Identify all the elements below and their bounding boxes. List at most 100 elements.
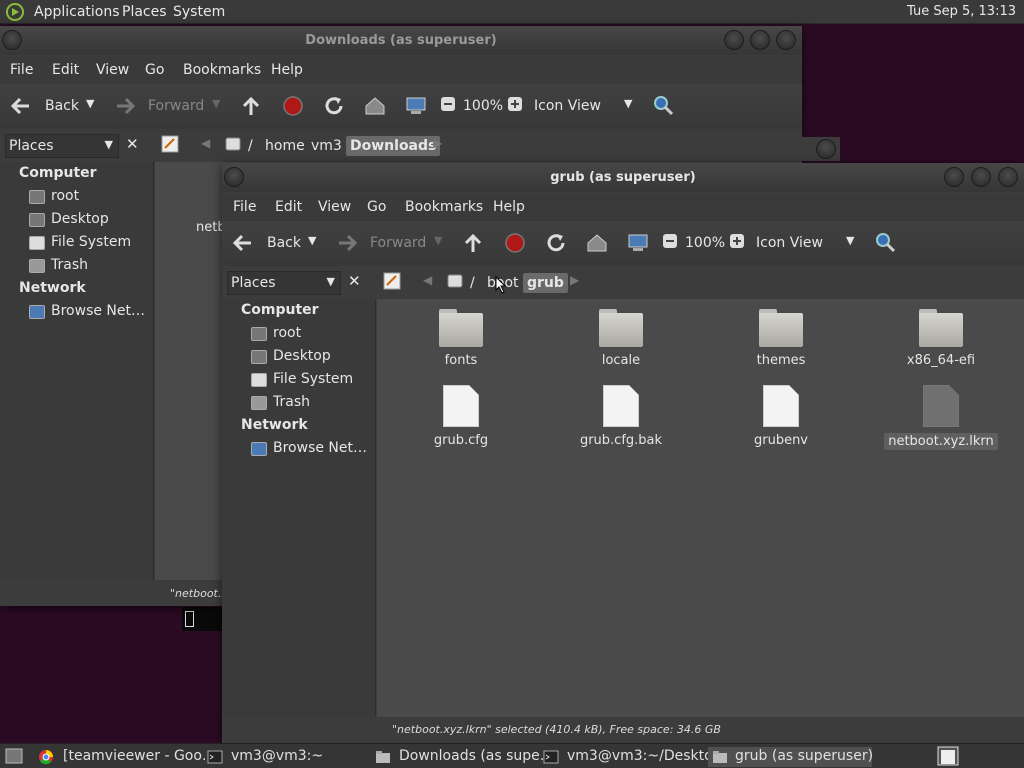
crumb-home[interactable]: home bbox=[261, 136, 309, 156]
distro-logo-icon[interactable] bbox=[6, 3, 24, 21]
sidebar-item-browse-network[interactable]: Browse Net… bbox=[51, 303, 145, 319]
maximize-button[interactable] bbox=[750, 30, 770, 50]
places-dropdown-icon[interactable]: ▼ bbox=[105, 138, 113, 151]
menu-go[interactable]: Go bbox=[145, 62, 164, 78]
show-desktop-icon[interactable] bbox=[5, 748, 23, 764]
back-history-dropdown-icon[interactable]: ▼ bbox=[86, 97, 94, 110]
sidebar-item-trash[interactable]: Trash bbox=[51, 257, 88, 273]
maximize-button[interactable] bbox=[971, 167, 991, 187]
downloads-titlebar[interactable]: Downloads (as superuser) bbox=[0, 26, 802, 55]
zoom-in-icon[interactable] bbox=[507, 96, 523, 112]
up-arrow-icon[interactable] bbox=[240, 95, 262, 117]
menu-go[interactable]: Go bbox=[367, 199, 386, 215]
sidebar-item-browse-network[interactable]: Browse Net… bbox=[273, 440, 367, 456]
system-menu[interactable]: System bbox=[173, 4, 225, 20]
menu-file[interactable]: File bbox=[10, 62, 33, 78]
sidebar-item-desktop[interactable]: Desktop bbox=[51, 211, 109, 227]
menu-bookmarks[interactable]: Bookmarks bbox=[405, 199, 483, 215]
back-history-dropdown-icon[interactable]: ▼ bbox=[308, 234, 316, 247]
path-scroll-right-icon[interactable]: ▶ bbox=[570, 273, 579, 287]
back-arrow-icon[interactable] bbox=[10, 95, 32, 117]
reload-icon[interactable] bbox=[323, 95, 345, 117]
close-button[interactable] bbox=[998, 167, 1018, 187]
close-button[interactable] bbox=[776, 30, 796, 50]
stop-icon[interactable] bbox=[504, 232, 526, 254]
crumb-vm3[interactable]: vm3 bbox=[307, 136, 346, 156]
home-icon[interactable] bbox=[364, 95, 386, 117]
home-icon[interactable] bbox=[586, 232, 608, 254]
menu-view[interactable]: View bbox=[96, 62, 129, 78]
places-dropdown-icon[interactable]: ▼ bbox=[327, 275, 335, 288]
minimize-button[interactable] bbox=[944, 167, 964, 187]
task-terminal-desktop[interactable]: vm3@vm3:~/Desktop bbox=[543, 747, 722, 767]
crumb-grub[interactable]: grub bbox=[523, 273, 568, 293]
file-item-x86-64-efi[interactable]: x86_64-efi bbox=[886, 309, 996, 368]
minimize-button[interactable] bbox=[724, 30, 744, 50]
location-toggle-icon[interactable] bbox=[161, 135, 179, 153]
forward-button[interactable]: Forward bbox=[370, 235, 426, 251]
menu-file[interactable]: File bbox=[233, 199, 256, 215]
search-icon[interactable] bbox=[874, 231, 896, 253]
task-terminal-home[interactable]: vm3@vm3:~ bbox=[207, 747, 327, 767]
zoom-out-icon[interactable] bbox=[662, 233, 678, 249]
file-item-fonts[interactable]: fonts bbox=[406, 309, 516, 368]
crumb-downloads[interactable]: Downloads bbox=[346, 136, 441, 156]
grub-titlebar[interactable]: grub (as superuser) bbox=[222, 163, 1024, 192]
menu-help[interactable]: Help bbox=[493, 199, 525, 215]
back-button[interactable]: Back bbox=[267, 235, 301, 251]
forward-arrow-icon[interactable] bbox=[114, 95, 136, 117]
drive-icon[interactable] bbox=[447, 274, 463, 288]
forward-history-dropdown-icon[interactable]: ▼ bbox=[434, 234, 442, 247]
file-item-netboot-xyz-lkrn[interactable]: netboot.xyz.lkrn bbox=[881, 385, 1001, 450]
search-icon[interactable] bbox=[652, 94, 674, 116]
path-scroll-right-icon[interactable]: ▶ bbox=[433, 136, 442, 150]
places-selector[interactable]: Places ▼ bbox=[5, 134, 119, 158]
path-scroll-left-icon[interactable]: ◀ bbox=[423, 273, 432, 287]
file-item-grub-cfg[interactable]: grub.cfg bbox=[406, 385, 516, 448]
crumb-root[interactable]: / bbox=[244, 136, 257, 156]
file-item-grubenv[interactable]: grubenv bbox=[726, 385, 836, 448]
drive-icon[interactable] bbox=[225, 137, 241, 151]
close-sidebar-icon[interactable]: ✕ bbox=[348, 272, 361, 290]
clock[interactable]: Tue Sep 5, 13:13 bbox=[907, 4, 1016, 19]
path-scroll-left-icon[interactable]: ◀ bbox=[201, 136, 210, 150]
close-sidebar-icon[interactable]: ✕ bbox=[126, 135, 139, 153]
computer-icon[interactable] bbox=[627, 232, 649, 254]
up-arrow-icon[interactable] bbox=[462, 232, 484, 254]
reload-icon[interactable] bbox=[545, 232, 567, 254]
task-chrome[interactable]: [teamvieewer - Goo… bbox=[38, 747, 216, 767]
view-mode-select[interactable]: Icon View bbox=[756, 235, 823, 251]
menu-edit[interactable]: Edit bbox=[52, 62, 79, 78]
forward-history-dropdown-icon[interactable]: ▼ bbox=[212, 97, 220, 110]
sidebar-item-root[interactable]: root bbox=[273, 325, 301, 341]
sidebar-item-root[interactable]: root bbox=[51, 188, 79, 204]
file-item-themes[interactable]: themes bbox=[726, 309, 836, 368]
applications-menu[interactable]: Applications bbox=[34, 4, 120, 20]
sidebar-item-file-system[interactable]: File System bbox=[273, 371, 353, 387]
file-item-locale[interactable]: locale bbox=[566, 309, 676, 368]
computer-icon[interactable] bbox=[405, 95, 427, 117]
zoom-out-icon[interactable] bbox=[440, 96, 456, 112]
forward-button[interactable]: Forward bbox=[148, 98, 204, 114]
forward-arrow-icon[interactable] bbox=[336, 232, 358, 254]
places-menu[interactable]: Places bbox=[122, 4, 167, 20]
back-button[interactable]: Back bbox=[45, 98, 79, 114]
sidebar-item-file-system[interactable]: File System bbox=[51, 234, 131, 250]
task-downloads[interactable]: Downloads (as supe… bbox=[375, 747, 554, 767]
menu-help[interactable]: Help bbox=[271, 62, 303, 78]
back-arrow-icon[interactable] bbox=[232, 232, 254, 254]
file-item-grub-cfg-bak[interactable]: grub.cfg.bak bbox=[566, 385, 676, 448]
view-mode-dropdown-icon[interactable]: ▼ bbox=[846, 234, 854, 247]
sidebar-item-trash[interactable]: Trash bbox=[273, 394, 310, 410]
view-mode-select[interactable]: Icon View bbox=[534, 98, 601, 114]
zoom-in-icon[interactable] bbox=[729, 233, 745, 249]
crumb-root[interactable]: / bbox=[466, 273, 479, 293]
menu-edit[interactable]: Edit bbox=[275, 199, 302, 215]
menu-view[interactable]: View bbox=[318, 199, 351, 215]
view-mode-dropdown-icon[interactable]: ▼ bbox=[624, 97, 632, 110]
location-toggle-icon[interactable] bbox=[383, 272, 401, 290]
menu-bookmarks[interactable]: Bookmarks bbox=[183, 62, 261, 78]
places-selector[interactable]: Places ▼ bbox=[227, 271, 341, 295]
stop-icon[interactable] bbox=[282, 95, 304, 117]
task-grub[interactable]: grub (as superuser) bbox=[708, 747, 873, 767]
